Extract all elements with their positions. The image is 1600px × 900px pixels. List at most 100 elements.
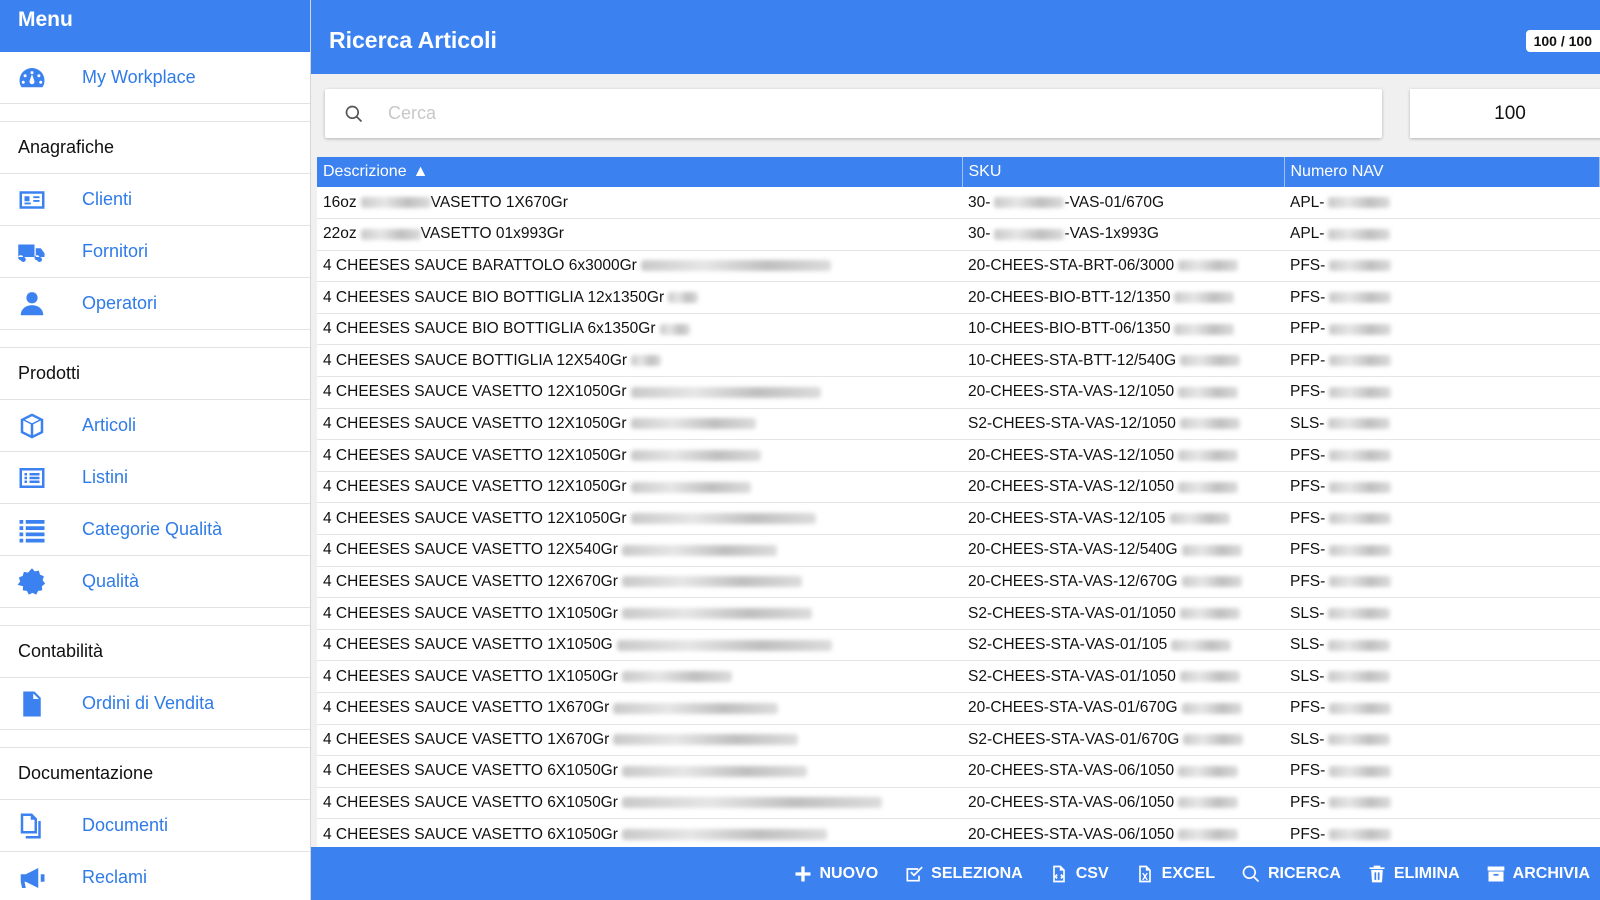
sidebar-item-qualita[interactable]: Qualità bbox=[0, 556, 310, 608]
search-box bbox=[325, 89, 1382, 138]
sidebar-item-operatori[interactable]: Operatori bbox=[0, 278, 310, 330]
section-title-contabilita: Contabilità bbox=[0, 626, 310, 678]
nuovo-button[interactable]: NUOVO bbox=[793, 864, 878, 884]
sidebar-item-ordini-di-vendita[interactable]: Ordini di Vendita bbox=[0, 678, 310, 730]
redacted-text bbox=[1328, 734, 1391, 746]
ricerca-button[interactable]: RICERCA bbox=[1241, 864, 1341, 884]
cell-sku: S2-CHEES-STA-VAS-01/1050 bbox=[962, 660, 1284, 693]
redacted-text bbox=[613, 702, 779, 714]
sidebar-item-label: Documenti bbox=[82, 815, 169, 835]
redacted-text bbox=[621, 607, 812, 619]
table-row[interactable]: 4 CHEESES SAUCE VASETTO 12X1050Gr 20-CHEE… bbox=[317, 439, 1600, 472]
cell-numero-nav: PFS- bbox=[1284, 787, 1600, 820]
table-row[interactable]: 4 CHEESES SAUCE VASETTO 6X1050Gr 20-CHEES… bbox=[317, 755, 1600, 788]
cell-sku: 30- -VAS-01/670G bbox=[962, 187, 1284, 220]
redacted-text bbox=[1329, 291, 1392, 303]
cell-sku: 20-CHEES-STA-VAS-01/670G bbox=[962, 692, 1284, 725]
table-row[interactable]: 4 CHEESES SAUCE BIO BOTTIGLIA 6x1350Gr 10… bbox=[317, 313, 1600, 346]
column-header-numero-nav[interactable]: Numero NAV bbox=[1284, 157, 1600, 187]
elimina-button[interactable]: ELIMINA bbox=[1367, 864, 1460, 884]
sidebar-item-my-workplace[interactable]: My Workplace bbox=[0, 52, 310, 104]
sidebar-item-label: Clienti bbox=[82, 189, 133, 209]
redacted-text bbox=[1178, 449, 1239, 461]
table-row[interactable]: 4 CHEESES SAUCE VASETTO 12X1050Gr S2-CHEE… bbox=[317, 408, 1600, 441]
cell-descrizione: 4 CHEESES SAUCE BIO BOTTIGLIA 6x1350Gr bbox=[317, 313, 962, 346]
truck-icon bbox=[0, 237, 64, 267]
table-row[interactable]: 4 CHEESES SAUCE VASETTO 1X1050Gr S2-CHEES… bbox=[317, 597, 1600, 630]
table-row[interactable]: 4 CHEESES SAUCE VASETTO 12X540Gr 20-CHEES… bbox=[317, 534, 1600, 567]
cell-descrizione: 22oz VASETTO 01x993Gr bbox=[317, 218, 962, 251]
redacted-text bbox=[1169, 513, 1230, 525]
table-row[interactable]: 4 CHEESES SAUCE VASETTO 6X1050Gr 20-CHEES… bbox=[317, 818, 1600, 847]
sidebar-item-listini[interactable]: Listini bbox=[0, 452, 310, 504]
column-header-descrizione[interactable]: Descrizione ▲ bbox=[317, 157, 963, 187]
cell-numero-nav: PFS- bbox=[1284, 471, 1600, 504]
table-row[interactable]: 4 CHEESES SAUCE BIO BOTTIGLIA 12x1350Gr 2… bbox=[317, 281, 1600, 314]
table-row[interactable]: 4 CHEESES SAUCE VASETTO 1X1050G S2-CHEES-… bbox=[317, 629, 1600, 662]
search-input[interactable] bbox=[388, 103, 1288, 124]
redacted-text bbox=[1329, 544, 1392, 556]
megaphone-icon bbox=[0, 863, 64, 893]
redacted-text bbox=[1328, 607, 1391, 619]
redacted-text bbox=[630, 481, 751, 493]
section-divider bbox=[0, 330, 310, 348]
table-row[interactable]: 4 CHEESES SAUCE BARATTOLO 6x3000Gr 20-CHE… bbox=[317, 250, 1600, 283]
table-header-row: Descrizione ▲ SKU Numero NAV bbox=[317, 157, 1600, 187]
sidebar-item-articoli[interactable]: Articoli bbox=[0, 400, 310, 452]
cell-descrizione: 4 CHEESES SAUCE VASETTO 12X1050Gr bbox=[317, 376, 962, 409]
redacted-text bbox=[994, 228, 1065, 240]
sort-ascending-icon: ▲ bbox=[412, 163, 429, 180]
table-row[interactable]: 16oz VASETTO 1X670Gr 30- -VAS-01/670G APL- bbox=[317, 187, 1600, 220]
page-title: Ricerca Articoli bbox=[329, 27, 497, 53]
redacted-text bbox=[1329, 355, 1392, 367]
id-card-icon bbox=[0, 185, 64, 215]
sidebar-item-categorie-qualita[interactable]: Categorie Qualità bbox=[0, 504, 310, 556]
column-header-sku[interactable]: SKU bbox=[962, 157, 1285, 187]
sidebar-item-reclami[interactable]: Reclami bbox=[0, 852, 310, 900]
table-row[interactable]: 4 CHEESES SAUCE VASETTO 12X1050Gr 20-CHEE… bbox=[317, 502, 1600, 536]
search-icon[interactable] bbox=[325, 104, 383, 124]
main-panel: Ricerca Articoli 100 / 100 100 Descrizio… bbox=[311, 0, 1600, 900]
cell-numero-nav: PFS- bbox=[1284, 250, 1600, 283]
csv-button[interactable]: CSV bbox=[1049, 864, 1109, 884]
excel-file-icon bbox=[1138, 865, 1151, 882]
cell-descrizione: 4 CHEESES SAUCE VASETTO 12X1050Gr bbox=[317, 502, 962, 536]
redacted-text bbox=[613, 734, 799, 746]
table-row[interactable]: 4 CHEESES SAUCE VASETTO 12X670Gr 20-CHEES… bbox=[317, 566, 1600, 599]
archivia-button[interactable]: ARCHIVIA bbox=[1486, 864, 1590, 884]
sidebar-item-clienti[interactable]: Clienti bbox=[0, 174, 310, 226]
redacted-text bbox=[1329, 797, 1392, 809]
table-row[interactable]: 4 CHEESES SAUCE VASETTO 1X1050Gr S2-CHEES… bbox=[317, 660, 1600, 693]
section-divider bbox=[0, 104, 310, 122]
table-row[interactable]: 4 CHEESES SAUCE VASETTO 6X1050Gr 20-CHEES… bbox=[317, 787, 1600, 820]
sidebar-item-fornitori[interactable]: Fornitori bbox=[0, 226, 310, 278]
cell-sku: 20-CHEES-STA-VAS-12/105 bbox=[962, 502, 1284, 536]
table-row[interactable]: 4 CHEESES SAUCE BOTTIGLIA 12X540Gr 10-CHE… bbox=[317, 344, 1600, 378]
redacted-text bbox=[668, 291, 699, 303]
table-row[interactable]: 4 CHEESES SAUCE VASETTO 12X1050Gr 20-CHEE… bbox=[317, 471, 1600, 504]
cell-descrizione: 16oz VASETTO 1X670Gr bbox=[317, 187, 962, 220]
table-row[interactable]: 22oz VASETTO 01x993Gr 30- -VAS-1x993G APL- bbox=[317, 218, 1600, 251]
cell-sku: 20-CHEES-STA-VAS-06/1050 bbox=[962, 787, 1284, 820]
redacted-text bbox=[1178, 765, 1239, 777]
cell-sku: S2-CHEES-STA-VAS-12/1050 bbox=[962, 408, 1284, 441]
cell-numero-nav: APL- bbox=[1284, 187, 1600, 220]
sidebar-item-documenti[interactable]: Documenti bbox=[0, 800, 310, 852]
table-row[interactable]: 4 CHEESES SAUCE VASETTO 1X670Gr S2-CHEES-… bbox=[317, 724, 1600, 757]
cell-sku: 10-CHEES-STA-BTT-12/540G bbox=[962, 344, 1284, 378]
redacted-text bbox=[1178, 260, 1239, 272]
csv-file-icon bbox=[1052, 865, 1065, 882]
cell-sku: 20-CHEES-STA-VAS-12/540G bbox=[962, 534, 1284, 567]
cell-sku: 20-CHEES-STA-VAS-12/670G bbox=[962, 566, 1284, 599]
check-square-icon bbox=[906, 866, 923, 881]
articles-table-container[interactable]: Descrizione ▲ SKU Numero NAV 16oz VASETTO … bbox=[317, 157, 1600, 847]
header-bar: Ricerca Articoli 100 / 100 bbox=[311, 0, 1600, 74]
sidebar-item-label: Reclami bbox=[82, 867, 148, 887]
excel-button[interactable]: EXCEL bbox=[1135, 864, 1215, 884]
redacted-text bbox=[994, 196, 1065, 208]
table-row[interactable]: 4 CHEESES SAUCE VASETTO 1X670Gr 20-CHEES-… bbox=[317, 692, 1600, 725]
seleziona-button[interactable]: SELEZIONA bbox=[904, 864, 1023, 884]
limit-field[interactable]: 100 bbox=[1410, 89, 1600, 138]
section-title-documentazione: Documentazione bbox=[0, 748, 310, 800]
table-row[interactable]: 4 CHEESES SAUCE VASETTO 12X1050Gr 20-CHEE… bbox=[317, 376, 1600, 409]
